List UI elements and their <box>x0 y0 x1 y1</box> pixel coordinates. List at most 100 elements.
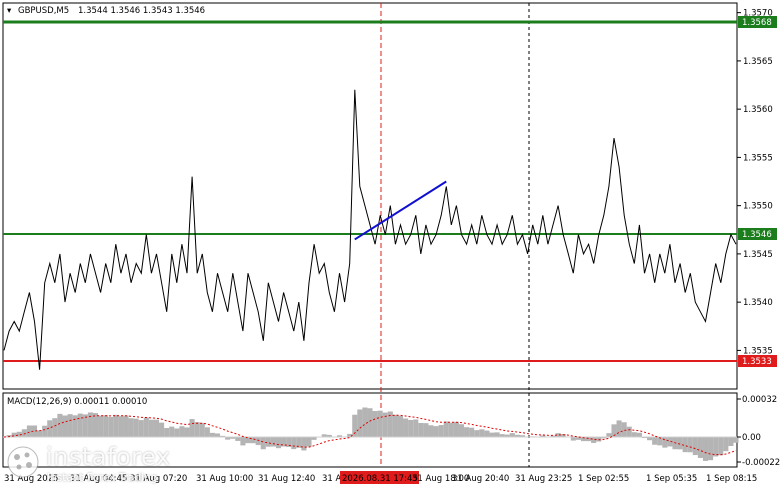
macd-bar <box>433 426 439 437</box>
macd-bar <box>408 419 414 437</box>
macd-bar <box>306 437 312 447</box>
macd-bar <box>214 433 221 437</box>
level-tag-middle: 1.3546 <box>742 230 772 240</box>
macd-bar <box>265 437 271 447</box>
macd-bar <box>474 430 480 437</box>
macd-bar <box>606 433 612 437</box>
x-axis-label: 1 Sep 02:55 <box>578 474 629 484</box>
macd-bar <box>392 414 398 437</box>
macd-bar <box>697 437 703 458</box>
macd-bar <box>62 415 68 437</box>
macd-bar <box>453 421 459 437</box>
macd-bar <box>26 425 32 437</box>
macd-bar <box>72 415 78 437</box>
macd-bar <box>570 437 576 441</box>
x-axis-label: 2026.08.31 17:45 <box>342 474 418 484</box>
macd-bar <box>103 415 109 437</box>
macd-bar <box>458 424 465 437</box>
macd-bar <box>194 422 200 437</box>
macd-bar <box>133 418 139 437</box>
macd-bar <box>367 408 373 437</box>
macd-bar <box>291 437 297 450</box>
macd-bar <box>626 426 632 437</box>
macd-bar <box>713 437 719 457</box>
macd-bar <box>240 437 246 446</box>
macd-bar <box>184 427 190 437</box>
macd-bar <box>372 411 378 437</box>
macd-bar <box>52 418 58 437</box>
macd-bar <box>702 437 709 461</box>
macd-bar <box>164 427 170 437</box>
macd-bar <box>484 430 490 437</box>
macd-bar <box>98 415 104 437</box>
macd-bar <box>469 427 475 437</box>
macd-bar <box>397 415 404 437</box>
x-axis-label: 31 Aug 20:40 <box>452 474 509 484</box>
macd-bar <box>108 417 114 437</box>
macd-bar <box>77 413 83 437</box>
macd-bar <box>418 423 424 437</box>
y-tick-label: 1.3560 <box>743 105 773 115</box>
x-axis-label: 31 Aug 23:25 <box>515 474 572 484</box>
macd-bar <box>357 409 363 437</box>
symbol-label: GBPUSD,M5 <box>18 6 69 16</box>
macd-bar <box>235 437 241 441</box>
macd-bar <box>692 437 698 456</box>
macd-bar <box>250 437 256 444</box>
macd-bar <box>189 419 195 437</box>
macd-bar <box>169 426 175 437</box>
macd-bar <box>728 437 734 447</box>
macd-bar <box>275 437 282 449</box>
macd-bar <box>687 437 693 453</box>
macd-bar <box>159 422 165 437</box>
macd-bar <box>153 419 160 437</box>
macd-bar <box>733 437 739 443</box>
macd-bar <box>143 417 149 437</box>
macd-bar <box>718 437 724 456</box>
macd-bar <box>464 427 470 437</box>
macd-bar <box>413 419 419 437</box>
macd-bar <box>631 432 637 437</box>
level-tag-red: 1.3533 <box>742 357 772 367</box>
watermark: instaforex Instant Forex Trading <box>6 441 196 485</box>
macd-bar <box>174 428 180 437</box>
macd-bar <box>67 414 73 437</box>
macd-tick-zero: 0.00 <box>742 433 761 443</box>
x-axis-label: 1 Sep 05:35 <box>646 474 697 484</box>
y-tick-label: 1.3550 <box>743 202 773 212</box>
level-tag-top: 1.3568 <box>742 18 772 28</box>
macd-bar <box>423 423 429 437</box>
macd-bar <box>682 437 688 453</box>
macd-bar <box>448 422 454 437</box>
macd-label: MACD(12,26,9) 0.00011 0.00010 <box>7 397 147 407</box>
macd-bar <box>494 432 500 437</box>
y-tick-label: 1.3555 <box>743 153 773 163</box>
watermark-name: instaforex <box>46 443 171 471</box>
macd-tick-top: 0.00032 <box>742 395 777 405</box>
macd-bar <box>708 437 714 461</box>
macd-bar <box>621 422 627 437</box>
macd-bar <box>652 437 658 445</box>
macd-bar <box>509 433 515 437</box>
macd-bar <box>128 418 134 437</box>
macd-bar <box>118 416 124 437</box>
macd-bar <box>199 422 205 437</box>
macd-bar <box>616 420 622 437</box>
macd-bar <box>113 414 119 437</box>
x-axis-label: 31 Aug 12:40 <box>258 474 315 484</box>
macd-bar <box>723 437 729 452</box>
macd-bar <box>443 421 449 437</box>
y-tick-label: 1.3535 <box>743 346 773 356</box>
x-axis-label: 1 Sep 08:15 <box>706 474 757 484</box>
macd-bar <box>148 419 154 437</box>
y-tick-label: 1.3545 <box>743 250 773 260</box>
y-tick-label: 1.3540 <box>743 298 773 308</box>
symbol-menu-icon[interactable]: ▾ <box>7 6 12 16</box>
macd-bar <box>209 432 215 437</box>
macd-bar <box>270 437 276 447</box>
macd-bar <box>37 430 43 437</box>
watermark-tagline: Instant Forex Trading <box>47 472 158 484</box>
macd-bar <box>57 413 63 437</box>
macd-tick-bottom: -0.00022 <box>742 458 780 468</box>
macd-bar <box>21 429 27 437</box>
